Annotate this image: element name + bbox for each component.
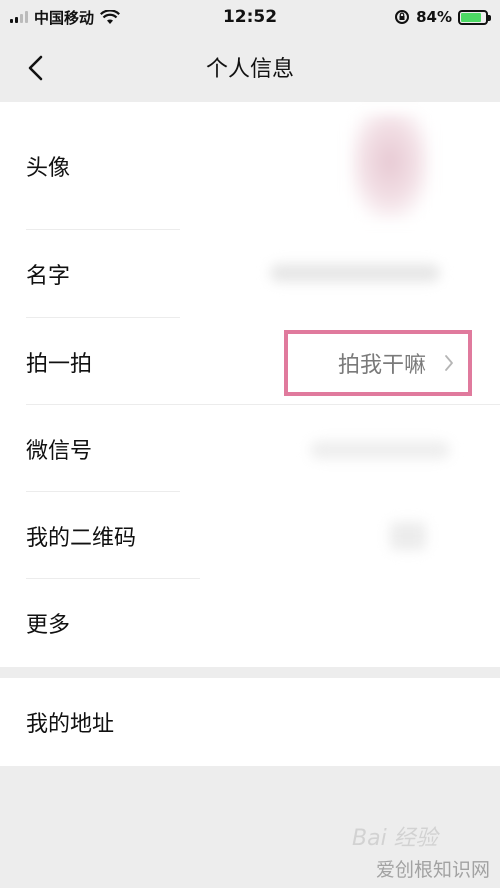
pat-value: 拍我干嘛 bbox=[337, 353, 426, 378]
wifi-icon bbox=[100, 9, 120, 24]
row-avatar[interactable]: 头像 bbox=[0, 102, 500, 230]
row-label-qr-code: 我的二维码 bbox=[26, 525, 137, 551]
chevron-left-icon bbox=[28, 55, 43, 81]
row-label-avatar: 头像 bbox=[26, 156, 71, 181]
status-bar: 中国移动 12:52 84% bbox=[0, 0, 500, 34]
row-label-address: 我的地址 bbox=[26, 712, 115, 737]
pat-value-highlight[interactable]: 拍我干嘛 bbox=[284, 330, 472, 396]
row-label-pat: 拍一拍 bbox=[26, 351, 93, 377]
row-qr-code[interactable]: 我的二维码 bbox=[0, 492, 500, 579]
status-left: 中国移动 bbox=[10, 7, 120, 28]
status-right: 84% bbox=[394, 8, 491, 26]
battery-icon bbox=[458, 9, 491, 25]
wechat-id-value-blurred bbox=[310, 441, 450, 459]
baidu-watermark: Bai 经验 bbox=[352, 826, 438, 851]
row-more[interactable]: 更多 bbox=[0, 579, 500, 667]
battery-percent: 84% bbox=[416, 8, 452, 26]
rotation-lock-icon bbox=[395, 10, 410, 24]
site-watermark: 爱创根知识网 bbox=[375, 859, 490, 881]
back-button[interactable] bbox=[16, 48, 56, 88]
nav-bar: 个人信息 bbox=[0, 34, 500, 100]
row-label-name: 名字 bbox=[26, 264, 71, 289]
carrier-name: 中国移动 bbox=[34, 8, 95, 27]
row-wechat-id[interactable]: 微信号 bbox=[0, 405, 500, 492]
avatar bbox=[350, 114, 430, 220]
page-title: 个人信息 bbox=[205, 57, 294, 82]
address-card: 我的地址 bbox=[0, 678, 500, 766]
row-label-wechat-id: 微信号 bbox=[26, 438, 93, 464]
signal-icon bbox=[10, 11, 28, 23]
name-value-blurred bbox=[270, 264, 440, 282]
qr-icon-blurred bbox=[390, 522, 426, 550]
row-address[interactable]: 我的地址 bbox=[0, 678, 500, 766]
row-name[interactable]: 名字 bbox=[0, 230, 500, 318]
chevron-right-icon bbox=[445, 355, 453, 371]
row-label-more: 更多 bbox=[26, 613, 71, 638]
